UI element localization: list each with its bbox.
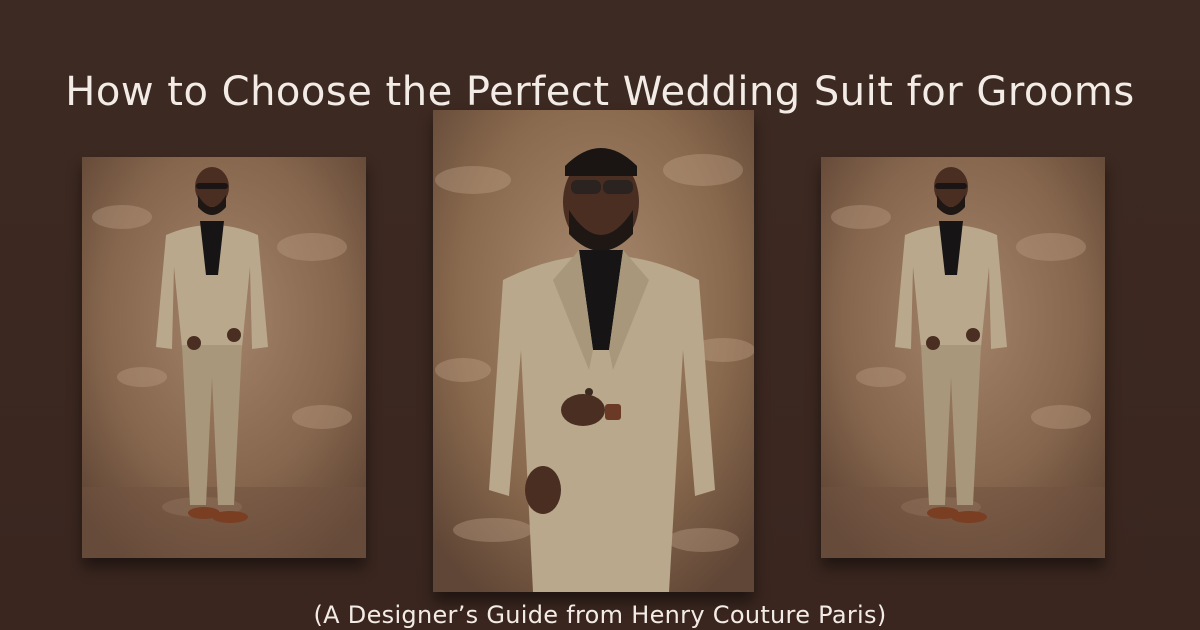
groom-full-body-image [821,157,1105,558]
groom-photo-left [82,157,366,558]
page-subtitle: (A Designer’s Guide from Henry Couture P… [313,601,887,629]
groom-full-body-image [82,157,366,558]
page-title: How to Choose the Perfect Wedding Suit f… [65,68,1135,115]
groom-half-body-image [433,110,754,592]
groom-photo-center [433,110,754,592]
groom-photo-right [821,157,1105,558]
